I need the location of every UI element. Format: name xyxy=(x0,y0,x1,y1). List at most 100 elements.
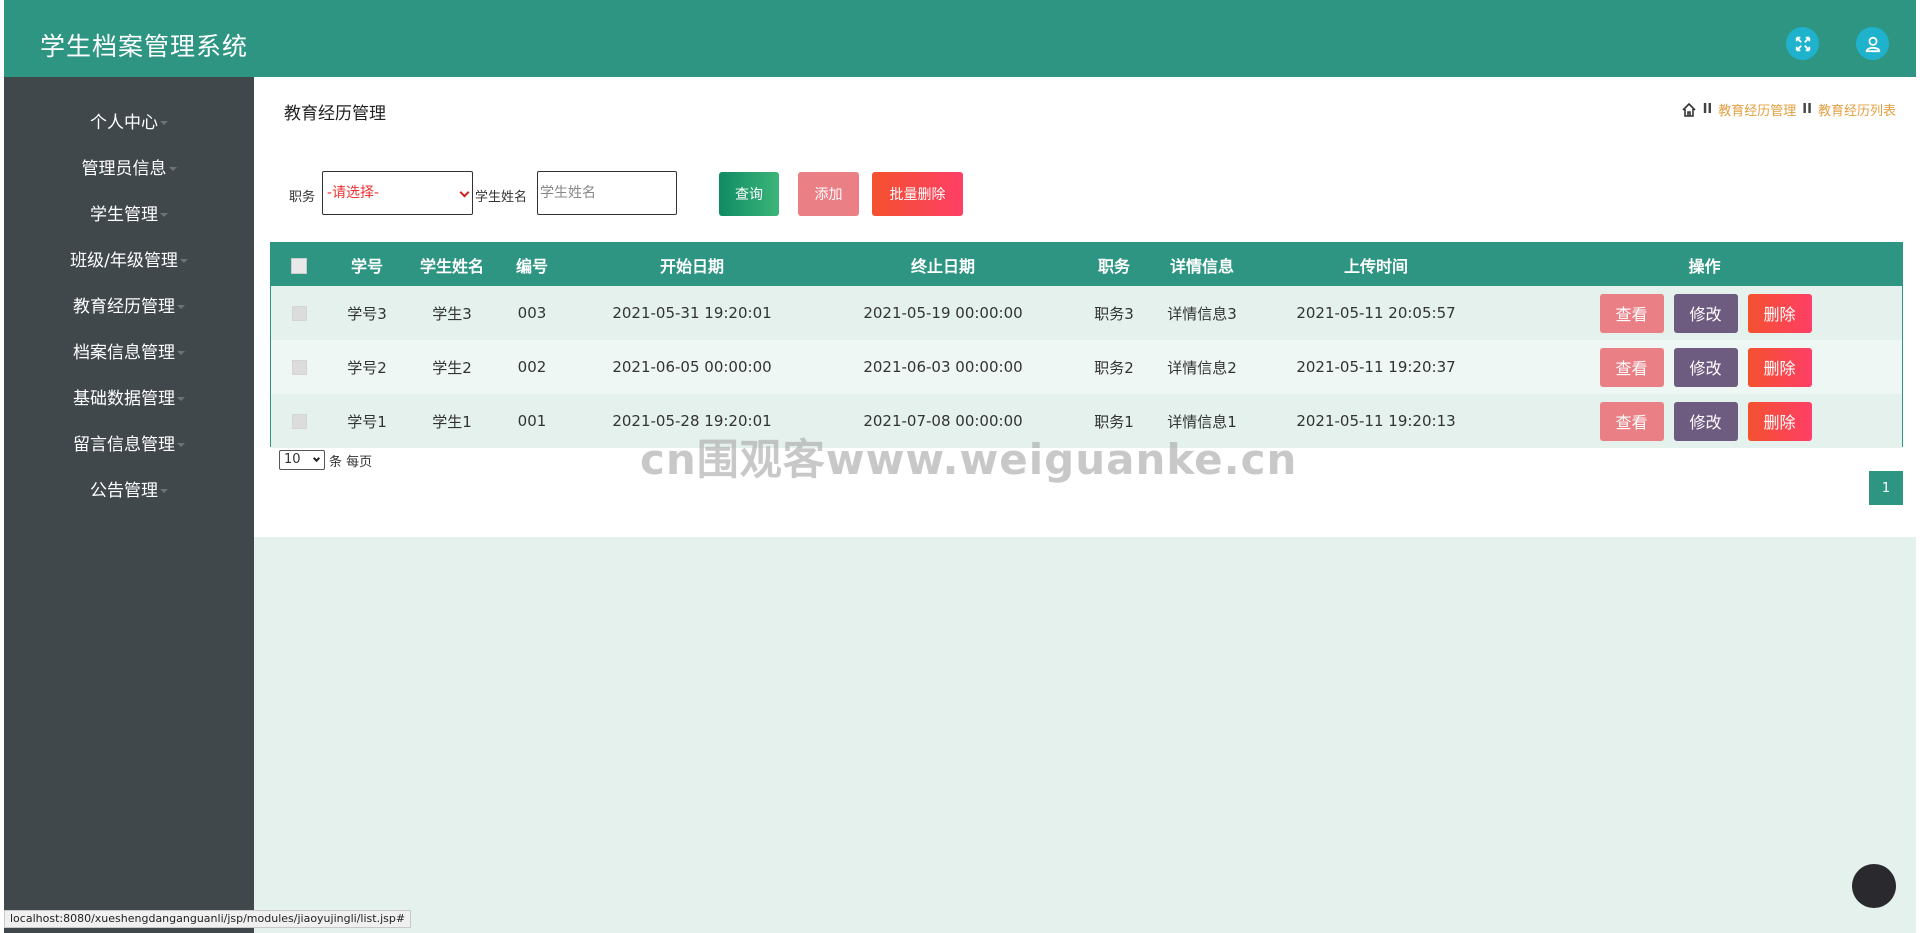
cell-start-date: 2021-05-31 19:20:01 xyxy=(612,304,772,322)
status-bar-url: localhost:8080/xueshengdanganguanli/jsp/… xyxy=(4,910,412,928)
cell-position: 职务2 xyxy=(1094,358,1134,377)
column-header: 上传时间 xyxy=(1343,256,1408,276)
page-title: 教育经历管理 xyxy=(284,104,386,124)
sidebar-item-personal-center[interactable]: 个人中心 xyxy=(4,108,254,133)
sidebar-item-education[interactable]: 教育经历管理 xyxy=(4,292,254,317)
edit-button[interactable]: 修改 xyxy=(1673,347,1738,387)
row-actions: 查看 修改 删除 xyxy=(1507,347,1902,387)
sidebar-item-label: 档案信息管理 xyxy=(73,343,175,363)
table-row: 学号3 学生3 003 2021-05-31 19:20:01 2021-05-… xyxy=(271,286,1902,340)
delete-button[interactable]: 删除 xyxy=(1747,293,1812,333)
fullscreen-icon[interactable] xyxy=(1786,27,1819,60)
cell-code: 002 xyxy=(517,358,547,376)
sidebar-item-label: 基础数据管理 xyxy=(73,389,175,409)
top-header: 学生档案管理系统 xyxy=(4,0,1916,77)
view-button[interactable]: 查看 xyxy=(1599,347,1664,387)
home-icon[interactable] xyxy=(1681,102,1697,118)
view-button[interactable]: 查看 xyxy=(1599,293,1664,333)
row-checkbox[interactable] xyxy=(291,306,307,321)
breadcrumb-separator: II xyxy=(1702,102,1713,117)
caret-down-icon xyxy=(160,489,168,493)
column-header: 详情信息 xyxy=(1169,256,1234,276)
edit-button[interactable]: 修改 xyxy=(1673,293,1738,333)
cell-student-no: 学号2 xyxy=(347,358,387,377)
column-header: 编号 xyxy=(515,256,548,276)
breadcrumb: II 教育经历管理 II 教育经历列表 xyxy=(1681,100,1896,119)
app-title: 学生档案管理系统 xyxy=(40,32,249,61)
sidebar-item-label: 留言信息管理 xyxy=(73,435,175,455)
cell-uploaded: 2021-05-11 19:20:37 xyxy=(1296,358,1456,376)
user-icon[interactable] xyxy=(1856,27,1889,60)
sidebar-item-label: 班级/年级管理 xyxy=(70,251,178,271)
breadcrumb-separator: II xyxy=(1802,102,1812,117)
column-header: 终止日期 xyxy=(910,256,975,276)
sidebar-item-basic-data[interactable]: 基础数据管理 xyxy=(4,384,254,409)
select-all-checkbox[interactable] xyxy=(291,257,307,274)
cell-uploaded: 2021-05-11 20:05:57 xyxy=(1296,304,1456,322)
cell-student-no: 学号3 xyxy=(347,304,387,323)
sidebar: 个人中心 管理员信息 学生管理 班级/年级管理 教育经历管理 档案信息管理 基础… xyxy=(4,77,254,933)
records-table: 学号 学生姓名 编号 开始日期 终止日期 职务 详情信息 上传时间 操作 学号3… xyxy=(270,242,1903,448)
caret-down-icon xyxy=(177,351,185,355)
position-select-value: -请选择- xyxy=(327,185,380,201)
watermark: cn围观客www.weiguanke.cn xyxy=(640,435,1298,484)
floating-action-button[interactable] xyxy=(1852,864,1896,908)
column-header: 开始日期 xyxy=(659,256,724,276)
caret-down-icon xyxy=(168,167,177,171)
column-header: 职务 xyxy=(1097,256,1130,276)
delete-button[interactable]: 删除 xyxy=(1747,347,1812,387)
page-size-suffix: 条 每页 xyxy=(329,454,373,470)
sidebar-item-label: 学生管理 xyxy=(90,205,158,225)
cell-code: 001 xyxy=(517,412,547,430)
sidebar-item-admin-info[interactable]: 管理员信息 xyxy=(4,154,254,179)
row-checkbox[interactable] xyxy=(291,360,307,375)
caret-down-icon xyxy=(177,305,185,309)
page-size-select[interactable]: 10 xyxy=(279,450,325,470)
position-select[interactable]: -请选择- xyxy=(322,171,473,215)
student-name-input[interactable] xyxy=(537,171,677,215)
caret-down-icon xyxy=(160,121,168,125)
breadcrumb-item[interactable]: 教育经历列表 xyxy=(1818,100,1896,119)
cell-student-name: 学生2 xyxy=(432,358,472,377)
cell-student-name: 学生3 xyxy=(432,304,472,323)
batch-delete-button[interactable]: 批量删除 xyxy=(872,172,963,216)
sidebar-item-students[interactable]: 学生管理 xyxy=(4,200,254,225)
caret-down-icon xyxy=(160,213,168,217)
page-size-control: 10 条 每页 xyxy=(279,450,372,470)
query-button[interactable]: 查询 xyxy=(719,172,779,216)
cell-end-date: 2021-06-03 00:00:00 xyxy=(863,358,1023,376)
sidebar-item-label: 管理员信息 xyxy=(81,159,167,179)
breadcrumb-item[interactable]: 教育经历管理 xyxy=(1718,100,1796,119)
cell-detail: 详情信息2 xyxy=(1167,358,1237,377)
edit-button[interactable]: 修改 xyxy=(1673,401,1738,441)
table-row: 学号2 学生2 002 2021-06-05 00:00:00 2021-06-… xyxy=(271,340,1902,394)
sidebar-item-messages[interactable]: 留言信息管理 xyxy=(4,430,254,455)
sidebar-item-notices[interactable]: 公告管理 xyxy=(4,476,254,501)
column-header: 学号 xyxy=(350,256,383,276)
sidebar-item-class-grade[interactable]: 班级/年级管理 xyxy=(4,246,254,271)
column-header: 学生姓名 xyxy=(419,256,484,276)
cell-student-no: 学号1 xyxy=(347,412,387,431)
chevron-down-icon xyxy=(459,187,470,198)
delete-button[interactable]: 删除 xyxy=(1747,401,1812,441)
view-button[interactable]: 查看 xyxy=(1599,401,1664,441)
cell-position: 职务3 xyxy=(1094,304,1134,323)
chevron-down-icon xyxy=(312,454,321,463)
cell-detail: 详情信息3 xyxy=(1167,304,1237,323)
add-button[interactable]: 添加 xyxy=(798,172,859,216)
sidebar-item-label: 教育经历管理 xyxy=(73,297,175,317)
caret-down-icon xyxy=(177,397,185,401)
table-header-row: 学号 学生姓名 编号 开始日期 终止日期 职务 详情信息 上传时间 操作 xyxy=(271,243,1902,286)
caret-down-icon xyxy=(179,259,188,263)
cell-start-date: 2021-06-05 00:00:00 xyxy=(612,358,772,376)
row-checkbox[interactable] xyxy=(291,414,307,429)
caret-down-icon xyxy=(177,443,185,447)
student-name-label: 学生姓名 xyxy=(475,190,528,205)
pagination-page-button[interactable]: 1 xyxy=(1869,471,1903,505)
select-all-cell xyxy=(271,243,327,286)
cell-code: 003 xyxy=(517,304,547,322)
sidebar-item-label: 公告管理 xyxy=(90,481,158,501)
row-actions: 查看 修改 删除 xyxy=(1507,401,1902,441)
column-header: 操作 xyxy=(1688,256,1721,276)
sidebar-item-archives[interactable]: 档案信息管理 xyxy=(4,338,254,363)
